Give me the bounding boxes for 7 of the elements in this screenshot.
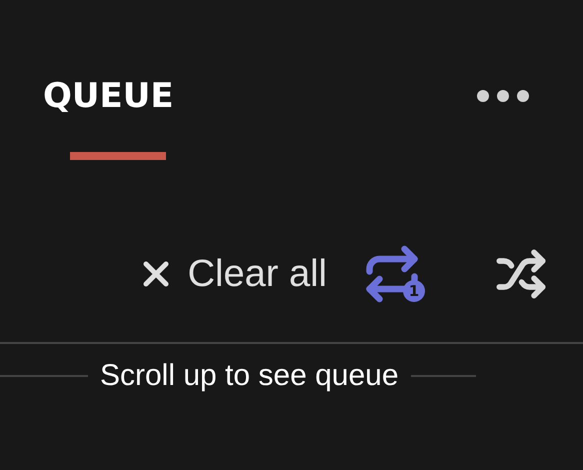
repeat-one-badge: 1 [403, 280, 425, 302]
clear-all-button[interactable]: Clear all [136, 252, 327, 296]
repeat-button[interactable]: 1 [361, 244, 423, 304]
shuffle-button[interactable] [495, 248, 547, 300]
queue-tab[interactable]: QUEUE [43, 76, 174, 160]
more-button[interactable] [477, 90, 529, 102]
scroll-hint: Scroll up to see queue [100, 359, 399, 393]
